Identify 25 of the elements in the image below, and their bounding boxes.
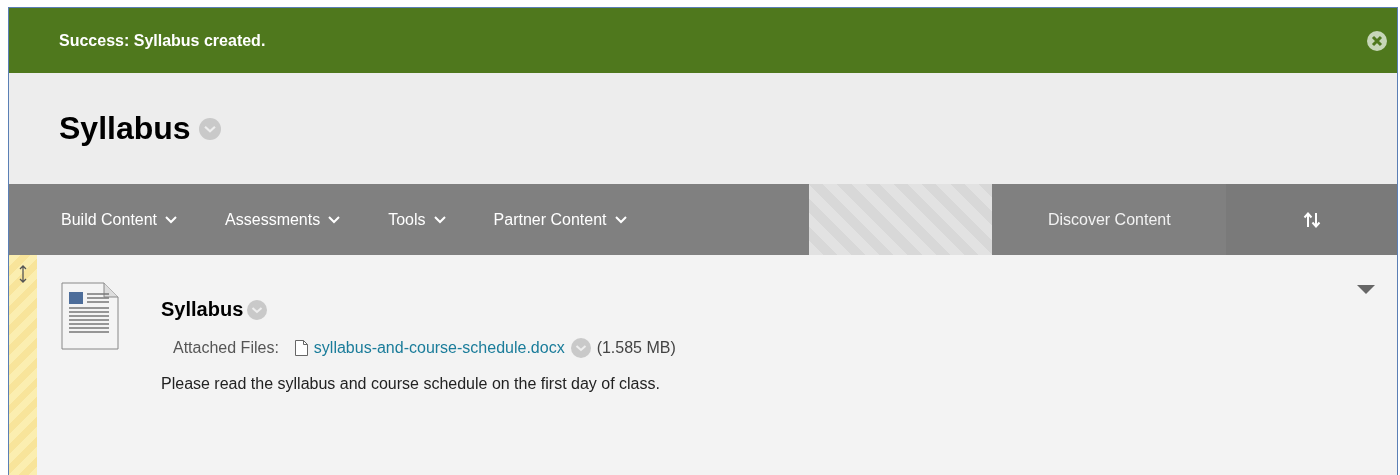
menu-button[interactable]: Build Content (9, 184, 202, 255)
menu-button[interactable]: Assessments (201, 184, 365, 255)
file-size: (1.585 MB) (596, 339, 676, 357)
file-icon (294, 340, 308, 356)
menu-button[interactable]: Tools (364, 184, 470, 255)
item-title: Syllabus (161, 298, 244, 321)
attached-files-label: Attached Files: (173, 339, 279, 357)
item-description: Please read the syllabus and course schedule on the first day of class. (161, 375, 661, 393)
dropdown-icon[interactable] (247, 299, 268, 320)
chevron-down-icon (328, 215, 341, 224)
close-icon[interactable] (1367, 30, 1387, 51)
page-title: Syllabus (59, 110, 191, 147)
chevron-down-icon (614, 215, 627, 224)
chevron-down-icon (433, 215, 446, 224)
chevron-down-icon (165, 215, 178, 224)
drag-handle-icon[interactable] (19, 265, 27, 283)
dropdown-icon[interactable] (570, 338, 591, 358)
file-link[interactable]: syllabus-and-course-schedule.docx (313, 339, 565, 357)
document-icon (61, 282, 119, 350)
caret-icon[interactable] (1357, 285, 1375, 294)
alert-message: Success: Syllabus created. (59, 31, 266, 50)
sort-icon (1302, 211, 1321, 228)
dropdown-icon[interactable] (198, 117, 221, 140)
sort-button[interactable] (1226, 184, 1397, 255)
menu-button[interactable]: Partner Content (469, 184, 651, 255)
